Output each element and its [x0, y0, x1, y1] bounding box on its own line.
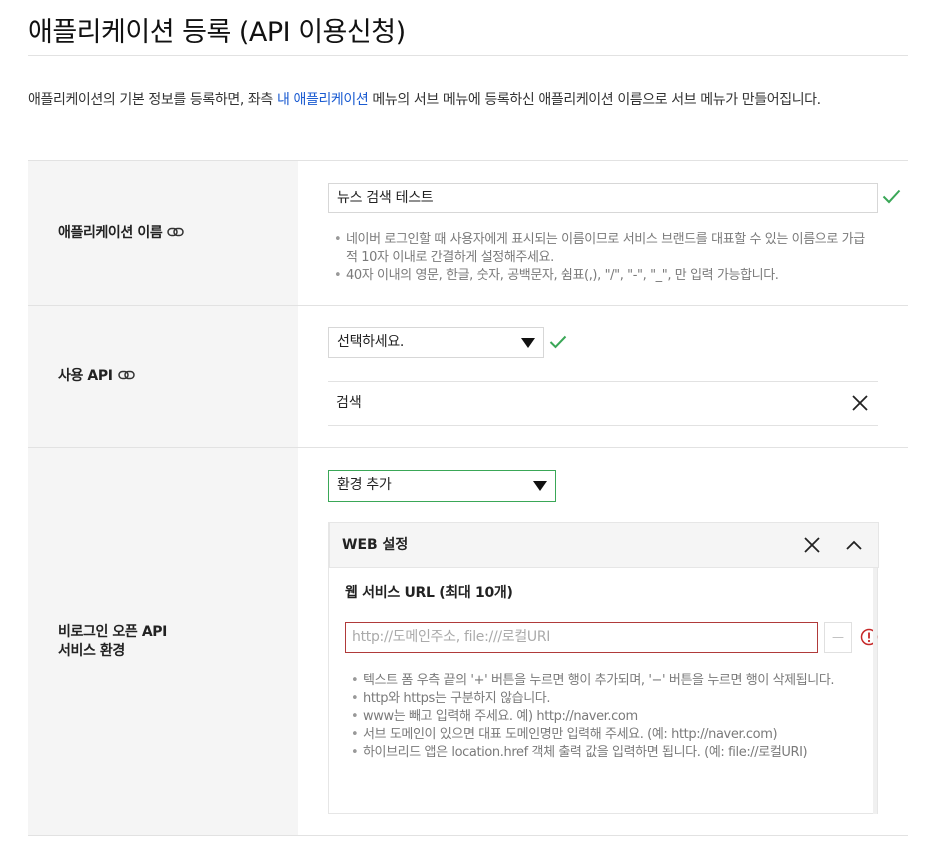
- app-name-row: 애플리케이션 이름 뉴스 검색 테스트 네이버 로그인할 때 사용자에게 표시되…: [28, 161, 908, 306]
- selected-api-name: 검색: [336, 395, 362, 411]
- api-label: 사용 API: [28, 306, 298, 447]
- link-icon[interactable]: [167, 224, 185, 243]
- note-item: 40자 이내의 영문, 한글, 숫자, 공백문자, 쉼표(,), "/", "-…: [332, 267, 872, 285]
- web-url-label: 웹 서비스 URL (최대 10개): [345, 585, 513, 601]
- env-add-select-value: 환경 추가: [337, 477, 392, 493]
- collapse-chevron-up-icon[interactable]: [842, 535, 866, 555]
- api-select-value: 선택하세요.: [337, 334, 405, 350]
- app-name-label-text: 애플리케이션 이름: [58, 224, 163, 241]
- note-item: 하이브리드 앱은 location.href 객체 출력 값을 입력하면 됩니다…: [349, 744, 859, 762]
- web-settings-panel: WEB 설정 웹 서비스 URL (최대 10개) http://도메인주소, …: [328, 522, 879, 814]
- note-item: www는 빼고 입력해 주세요. 예) http://naver.com: [349, 708, 859, 726]
- env-add-select[interactable]: 환경 추가: [328, 470, 556, 502]
- check-icon: [882, 189, 901, 204]
- intro-text: 애플리케이션의 기본 정보를 등록하면, 좌측 내 애플리케이션 메뉴의 서브 …: [28, 86, 908, 114]
- caret-down-icon: [521, 337, 535, 348]
- title-divider: [28, 55, 908, 56]
- remove-api-close-icon[interactable]: [850, 393, 870, 413]
- remove-web-close-icon[interactable]: [802, 535, 822, 555]
- page-title: 애플리케이션 등록 (API 이용신청): [28, 17, 406, 48]
- registration-form: 애플리케이션 이름 뉴스 검색 테스트 네이버 로그인할 때 사용자에게 표시되…: [28, 160, 908, 836]
- my-applications-link[interactable]: 내 애플리케이션: [277, 92, 369, 108]
- web-settings-header: WEB 설정: [329, 522, 879, 568]
- service-env-label: 비로그인 오픈 API 서비스 환경: [28, 448, 298, 835]
- intro-text-before: 애플리케이션의 기본 정보를 등록하면, 좌측: [28, 92, 277, 108]
- app-name-notes: 네이버 로그인할 때 사용자에게 표시되는 이름이므로 서비스 브랜드를 대표할…: [332, 231, 872, 285]
- note-item: 네이버 로그인할 때 사용자에게 표시되는 이름이므로 서비스 브랜드를 대표할…: [332, 231, 872, 267]
- web-url-input[interactable]: http://도메인주소, file:///로컬URI: [345, 622, 818, 653]
- check-icon: [549, 335, 567, 349]
- app-name-input[interactable]: 뉴스 검색 테스트: [328, 183, 878, 213]
- link-icon[interactable]: [117, 367, 135, 386]
- api-label-text: 사용 API: [58, 368, 113, 384]
- service-env-row: 비로그인 오픈 API 서비스 환경 환경 추가 WEB 설정 웹 서비스 UR…: [28, 448, 908, 836]
- caret-down-icon: [533, 481, 547, 491]
- web-settings-title: WEB 설정: [342, 537, 409, 553]
- service-env-label-line2: 서비스 환경: [58, 642, 125, 659]
- note-item: 서브 도메인이 있으면 대표 도메인명만 입력해 주세요. (예: http:/…: [349, 726, 859, 744]
- panel-scrollbar[interactable]: [873, 568, 877, 814]
- api-select[interactable]: 선택하세요.: [328, 327, 544, 358]
- web-url-notes: 텍스트 폼 우측 끝의 '+' 버튼을 누르면 행이 추가되며, '−' 버튼을…: [349, 672, 859, 762]
- note-item: http와 https는 구분하지 않습니다.: [349, 690, 859, 708]
- remove-url-row-button[interactable]: —: [824, 622, 852, 653]
- service-env-label-line1: 비로그인 오픈 API: [58, 623, 167, 640]
- note-item: 텍스트 폼 우측 끝의 '+' 버튼을 누르면 행이 추가되며, '−' 버튼을…: [349, 672, 859, 690]
- intro-text-after: 메뉴의 서브 메뉴에 등록하신 애플리케이션 이름으로 서브 메뉴가 만들어집니…: [368, 92, 821, 108]
- api-row: 사용 API 선택하세요. 검색: [28, 306, 908, 448]
- selected-api-item: 검색: [328, 381, 878, 426]
- app-name-label: 애플리케이션 이름: [28, 161, 298, 305]
